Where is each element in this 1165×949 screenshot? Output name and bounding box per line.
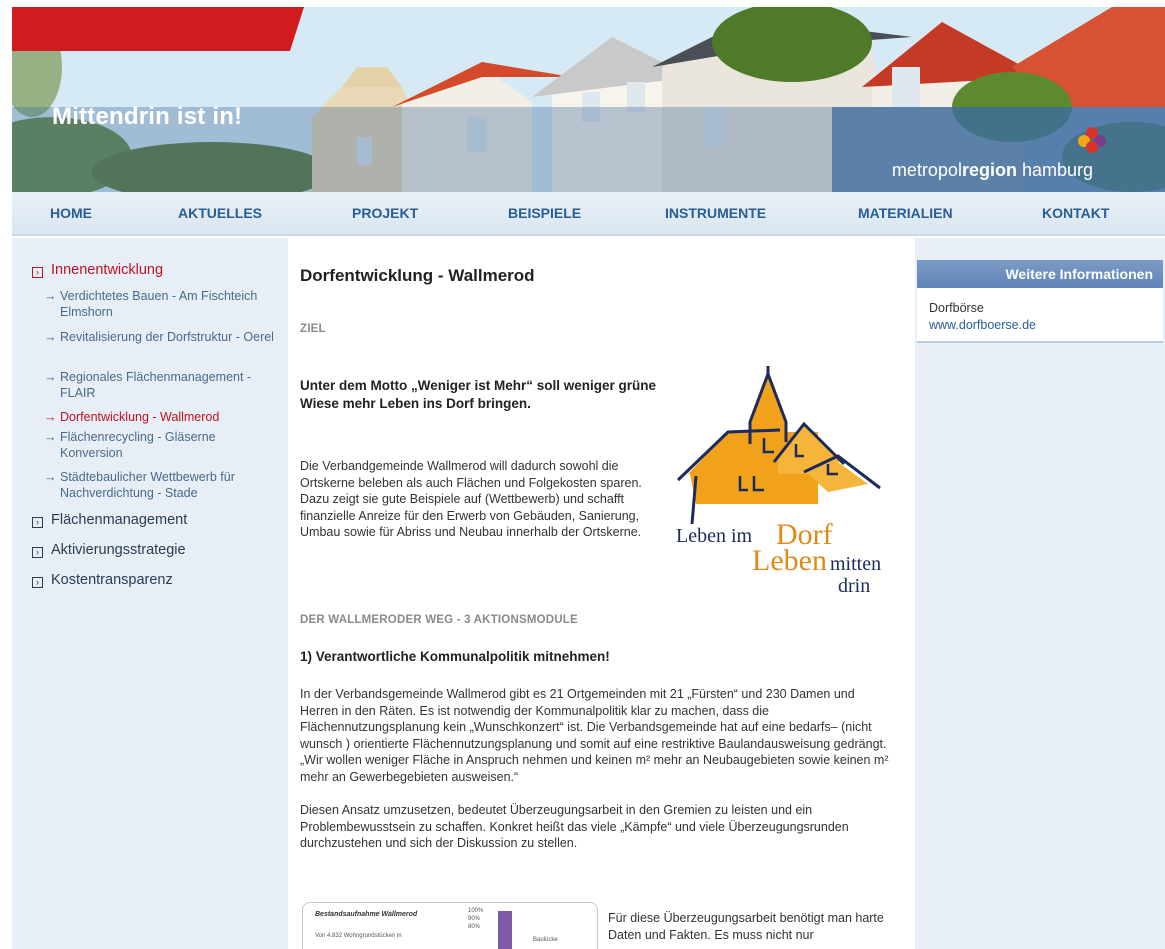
chart-title: Bestandsaufnahme Wallmerod xyxy=(315,911,418,918)
module-paragraph-2: Diesen Ansatz umzusetzen, bedeutet Überz… xyxy=(300,803,849,850)
subnav-item[interactable]: → Revitalisierung der Dorfstruktur - Oere… xyxy=(44,330,276,346)
nav-instrumente[interactable]: INSTRUMENTE xyxy=(665,205,766,221)
svg-text:Leben im: Leben im xyxy=(676,525,753,547)
section-label-weg: DER WALLMERODER WEG - 3 AKTIONSMODULE xyxy=(300,614,578,626)
chart-bar xyxy=(498,911,512,949)
arrow-right-icon: → xyxy=(44,410,57,424)
subnav-item[interactable]: → Städtebaulicher Wettbewerb für Nachverd… xyxy=(44,470,276,501)
slogan-text: Mittendrin ist in! xyxy=(52,103,243,130)
bestandsaufnahme-chart-thumbnail: Bestandsaufnahme Wallmerod Von 4.832 Woh… xyxy=(302,902,598,949)
nav-projekt[interactable]: PROJEKT xyxy=(352,205,418,221)
nav-kontakt[interactable]: KONTAKT xyxy=(1042,205,1109,221)
category-flaechenmanagement[interactable]: › Flächenmanagement xyxy=(32,512,187,528)
arrow-right-icon: → xyxy=(44,330,57,344)
expand-box-icon: › xyxy=(32,517,43,528)
info-item-link[interactable]: www.dorfboerse.de xyxy=(929,318,1036,332)
chart-legend: Baulücke xyxy=(533,937,558,943)
category-innenentwicklung[interactable]: › Innenentwicklung xyxy=(32,262,163,278)
nav-home[interactable]: HOME xyxy=(50,205,92,221)
svg-text:drin: drin xyxy=(838,575,870,597)
brand-logo-text[interactable]: metropolregion hamburg xyxy=(892,160,1093,181)
expand-box-icon: › xyxy=(32,547,43,558)
header-banner: Mittendrin ist in! metropolregion hambur… xyxy=(12,7,1165,192)
svg-text:Leben: Leben xyxy=(752,544,827,577)
right-sidebar: Weitere Informationen Dorfbörse www.dorf… xyxy=(915,238,1165,949)
expand-box-icon: › xyxy=(32,577,43,588)
subnav-item[interactable]: → Flächenrecycling - Gläserne Konversion xyxy=(44,430,276,461)
slogan-ribbon xyxy=(12,7,304,51)
subnav-item[interactable]: → Verdichtetes Bauen - Am Fischteich Elms… xyxy=(44,289,276,320)
module-heading: 1) Verantwortliche Kommunalpolitik mitne… xyxy=(300,649,610,664)
section-label-goal: ZIEL xyxy=(300,323,326,335)
main-content: Dorfentwicklung - Wallmerod ZIEL Unter d… xyxy=(288,238,914,949)
category-kostentransparenz[interactable]: › Kostentransparenz xyxy=(32,572,173,588)
chart-note: Von 4.832 Wohngrundstücken in xyxy=(315,933,402,939)
chart-ticks: 100% 90% 80% xyxy=(468,908,484,930)
closing-paragraph: Für diese Überzeugungsarbeit benötigt ma… xyxy=(608,911,884,942)
nav-beispiele[interactable]: BEISPIELE xyxy=(508,205,581,221)
subnav-item[interactable]: → Regionales Flächenmanagement - FLAIR xyxy=(44,370,276,401)
arrow-right-icon: → xyxy=(44,430,57,444)
module-paragraph: In der Verbandsgemeinde Wallmerod gibt e… xyxy=(300,687,889,784)
leben-im-dorf-logo: Leben im Dorf Leben mitten drin xyxy=(676,366,881,597)
page-title: Dorfentwicklung - Wallmerod xyxy=(300,266,535,285)
main-navigation: HOME AKTUELLES PROJEKT BEISPIELE INSTRUM… xyxy=(12,192,1165,236)
arrow-right-icon: → xyxy=(44,289,57,303)
expand-box-icon: › xyxy=(32,267,43,278)
intro-paragraph: Die Verbandgemeinde Wallmerod will dadur… xyxy=(300,459,642,539)
subnav-item-active[interactable]: → Dorfentwicklung - Wallmerod xyxy=(44,410,276,426)
category-aktivierungsstrategie[interactable]: › Aktivierungsstrategie xyxy=(32,542,186,558)
left-sidebar: › Innenentwicklung → Verdichtetes Bauen - … xyxy=(12,238,288,949)
lead-text: Unter dem Motto „Weniger ist Mehr“ soll … xyxy=(300,378,657,411)
info-box-heading: Weitere Informationen xyxy=(917,260,1163,288)
nav-materialien[interactable]: MATERIALIEN xyxy=(858,205,953,221)
svg-text:mitten: mitten xyxy=(830,553,881,575)
info-box: Dorfbörse www.dorfboerse.de xyxy=(917,288,1163,343)
arrow-right-icon: → xyxy=(44,470,57,484)
info-item-label: Dorfbörse xyxy=(929,301,984,315)
arrow-right-icon: → xyxy=(44,370,57,384)
nav-aktuelles[interactable]: AKTUELLES xyxy=(178,205,262,221)
